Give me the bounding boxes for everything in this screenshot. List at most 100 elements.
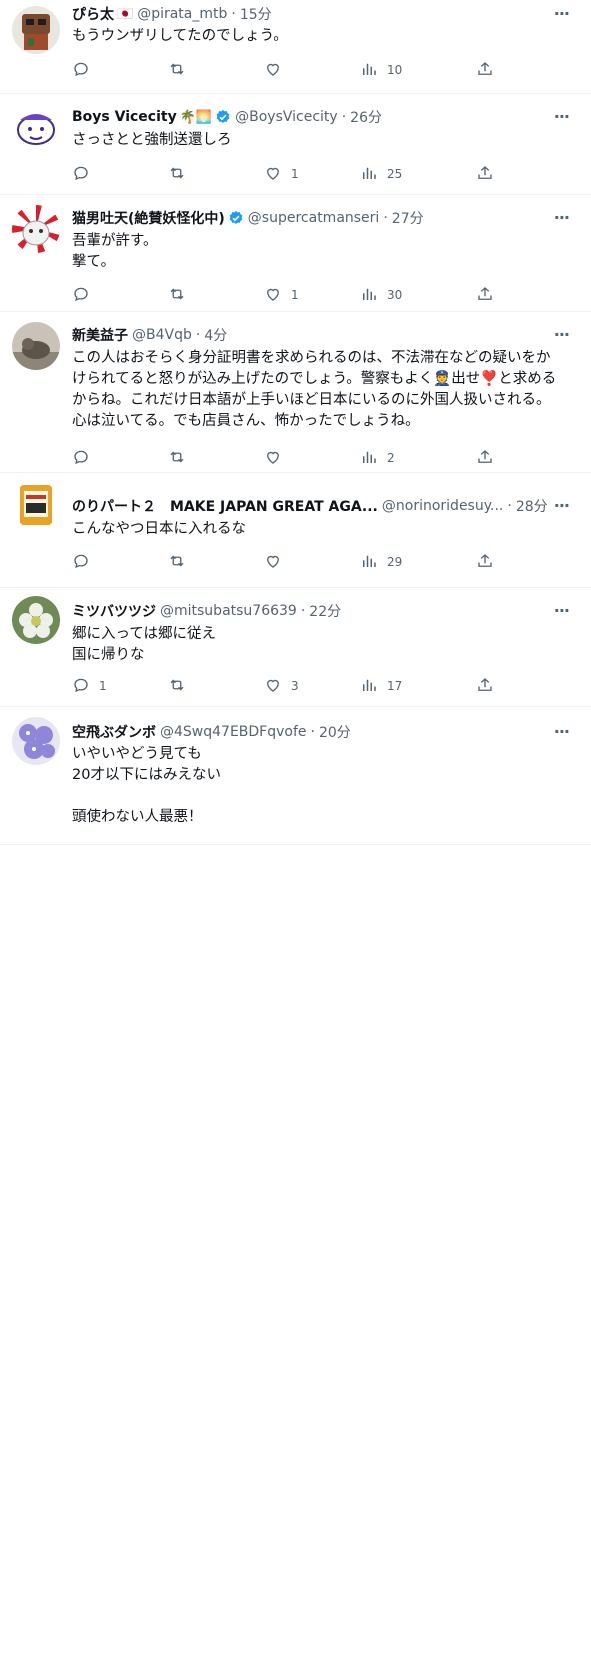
like-button[interactable]: 1 [264,164,299,185]
like-button[interactable] [264,552,291,573]
display-name[interactable]: ぴら太 [72,4,114,24]
tweet-text-line: 吾輩が許す。 [72,233,158,249]
action-bar: 29 [72,552,502,572]
avatar[interactable] [12,322,60,370]
tweet-text-line: からね。これだけ日本語が上手いほど日本にいるのに外国人扱いされる。 [72,392,551,408]
views-button[interactable]: 30 [360,285,402,306]
display-name[interactable]: Boys Vicecity [72,109,177,125]
verified-badge-icon [215,109,231,125]
tweet[interactable]: Boys Vicecity 🌴🌅 @BoysVicecity · 26分 ··· さっさとと… [0,94,591,195]
share-icon [476,676,494,697]
avatar[interactable] [12,596,60,644]
tweet[interactable]: ミツバツツジ @mitsubatsu76639 · 22分 ··· 郷に入っては郷に従え国… [0,588,591,707]
views-icon [360,552,378,573]
more-icon[interactable]: ··· [554,722,570,741]
more-icon[interactable]: ··· [554,208,570,227]
reply-icon [72,285,90,306]
views-button[interactable]: 25 [360,164,402,185]
share-button[interactable] [476,552,494,573]
display-name[interactable]: 新美益子 [72,325,128,345]
tweet-text-line: もうウンザリしてたのでしょう。 [72,28,288,44]
timestamp[interactable]: 15分 [240,4,272,24]
share-button[interactable] [476,164,494,185]
reply-button[interactable]: 1 [72,676,107,697]
share-icon [476,285,494,306]
more-icon[interactable]: ··· [554,107,570,126]
separator-dot: · [507,498,512,514]
tweet-header: ミツバツツジ @mitsubatsu76639 · 22分 ··· [72,601,579,621]
tweet-text: さっさとと強制送還しろ [72,130,573,151]
tweet-header: ぴら太 🇯🇵 @pirata_mtb · 15分 ··· [72,4,579,24]
views-button[interactable]: 17 [360,676,402,697]
action-bar: 1 3 17 [72,676,502,696]
timestamp[interactable]: 4分 [204,325,227,345]
user-handle[interactable]: @B4Vqb [132,327,192,343]
views-button[interactable]: 10 [360,60,402,81]
share-button[interactable] [476,676,494,697]
tweet-header: Boys Vicecity 🌴🌅 @BoysVicecity · 26分 ··· [72,107,579,127]
user-handle[interactable]: @pirata_mtb [137,6,227,22]
retweet-button[interactable] [168,164,195,185]
like-button[interactable] [264,448,291,469]
user-handle[interactable]: @4Swq47EBDFqvofe [160,724,307,740]
like-button[interactable] [264,60,291,81]
tweet[interactable]: 猫男吐天(絶賛妖怪化中) @supercatmanseri · 27分 ··· 吾輩が許す… [0,195,591,312]
avatar[interactable] [12,205,60,253]
tweet-text-line: この人はおそらく身分証明書を求められるのは、不法滞在などの疑いをか [72,350,551,366]
retweet-button[interactable] [168,285,195,306]
like-button[interactable]: 3 [264,676,299,697]
retweet-button[interactable] [168,552,195,573]
more-icon[interactable]: ··· [554,601,570,620]
share-button[interactable] [476,60,494,81]
user-handle[interactable]: @mitsubatsu76639 [160,603,297,619]
retweet-icon [168,676,186,697]
retweet-button[interactable] [168,448,195,469]
reply-button[interactable] [72,60,99,81]
views-button[interactable]: 29 [360,552,402,573]
more-icon[interactable]: ··· [554,496,570,515]
timestamp[interactable]: 22分 [309,601,341,621]
tweet-text-line: 撃て。 [72,254,116,270]
avatar[interactable] [12,6,60,54]
user-handle[interactable]: @norinoridesuy... [382,498,503,514]
reply-button[interactable] [72,448,99,469]
retweet-button[interactable] [168,60,195,81]
tweet[interactable]: 空飛ぶダンボ @4Swq47EBDFqvofe · 20分 ··· いやいやどう見ても 20… [0,707,591,845]
retweet-icon [168,60,186,81]
timestamp[interactable]: 26分 [350,107,382,127]
avatar[interactable] [12,104,60,152]
view-count: 2 [387,451,395,465]
retweet-button[interactable] [168,676,195,697]
tweet[interactable]: ぴら太 🇯🇵 @pirata_mtb · 15分 ··· もうウンザリしてたのでしょう。 10 [0,0,591,94]
share-icon [476,552,494,573]
view-count: 10 [387,63,403,77]
share-button[interactable] [476,285,494,306]
tweet[interactable]: 新美益子 @B4Vqb · 4分 ··· この人はおそらく身分証明書を求められるのは、不法… [0,312,591,473]
reply-icon [72,60,90,81]
timestamp[interactable]: 27分 [392,208,424,228]
timestamp[interactable]: 28分 [516,496,548,516]
like-icon [264,676,282,697]
more-icon[interactable]: ··· [554,4,570,23]
avatar[interactable] [12,481,60,529]
tweet-header: 猫男吐天(絶賛妖怪化中) @supercatmanseri · 27分 ··· [72,208,579,228]
views-button[interactable]: 2 [360,448,395,469]
tweet[interactable]: のりパート２ MAKE JAPAN GREAT AGA... @norinorid… [0,473,591,588]
reply-button[interactable] [72,285,99,306]
more-icon[interactable]: ··· [554,325,570,344]
share-button[interactable] [476,448,494,469]
user-handle[interactable]: @BoysVicecity [235,109,338,125]
reply-button[interactable] [72,552,99,573]
avatar[interactable] [12,717,60,765]
display-name[interactable]: 空飛ぶダンボ [72,722,156,742]
view-count: 30 [387,288,403,302]
reply-button[interactable] [72,164,99,185]
display-name[interactable]: ミツバツツジ [72,601,156,621]
display-name[interactable]: 猫男吐天(絶賛妖怪化中) [72,208,225,228]
display-name[interactable]: のりパート２ MAKE JAPAN GREAT AGA... [72,496,378,516]
timestamp[interactable]: 20分 [319,722,351,742]
user-handle[interactable]: @supercatmanseri [248,210,380,226]
views-icon [360,676,378,697]
reply-icon [72,164,90,185]
like-button[interactable]: 1 [264,285,299,306]
